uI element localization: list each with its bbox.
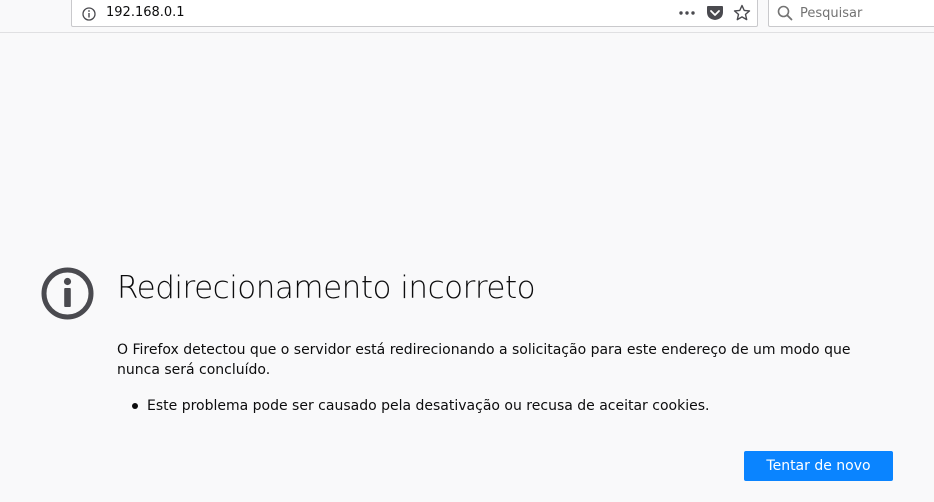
browser-toolbar: 192.168.0.1 Pesquisar xyxy=(0,0,934,33)
cause-text: Este problema pode ser causado pela desa… xyxy=(147,398,710,414)
list-item: Este problema pode ser causado pela desa… xyxy=(117,396,897,416)
magnifier-icon[interactable] xyxy=(777,5,793,21)
error-description: O Firefox detectou que o servidor está r… xyxy=(117,342,851,378)
site-info-icon[interactable] xyxy=(82,6,96,21)
error-causes-list: Este problema pode ser causado pela desa… xyxy=(117,396,897,416)
bullet-icon xyxy=(132,403,138,409)
retry-button[interactable]: Tentar de novo xyxy=(744,451,893,481)
search-bar[interactable]: Pesquisar xyxy=(768,0,934,27)
pocket-icon[interactable] xyxy=(706,5,724,21)
url-bar[interactable]: 192.168.0.1 xyxy=(71,0,758,27)
star-icon[interactable] xyxy=(733,4,751,22)
url-text[interactable]: 192.168.0.1 xyxy=(106,5,185,20)
info-circle-icon xyxy=(40,266,95,321)
search-placeholder[interactable]: Pesquisar xyxy=(800,6,862,21)
error-title: Redirecionamento incorreto xyxy=(117,270,536,306)
ellipsis-icon[interactable] xyxy=(678,5,696,21)
